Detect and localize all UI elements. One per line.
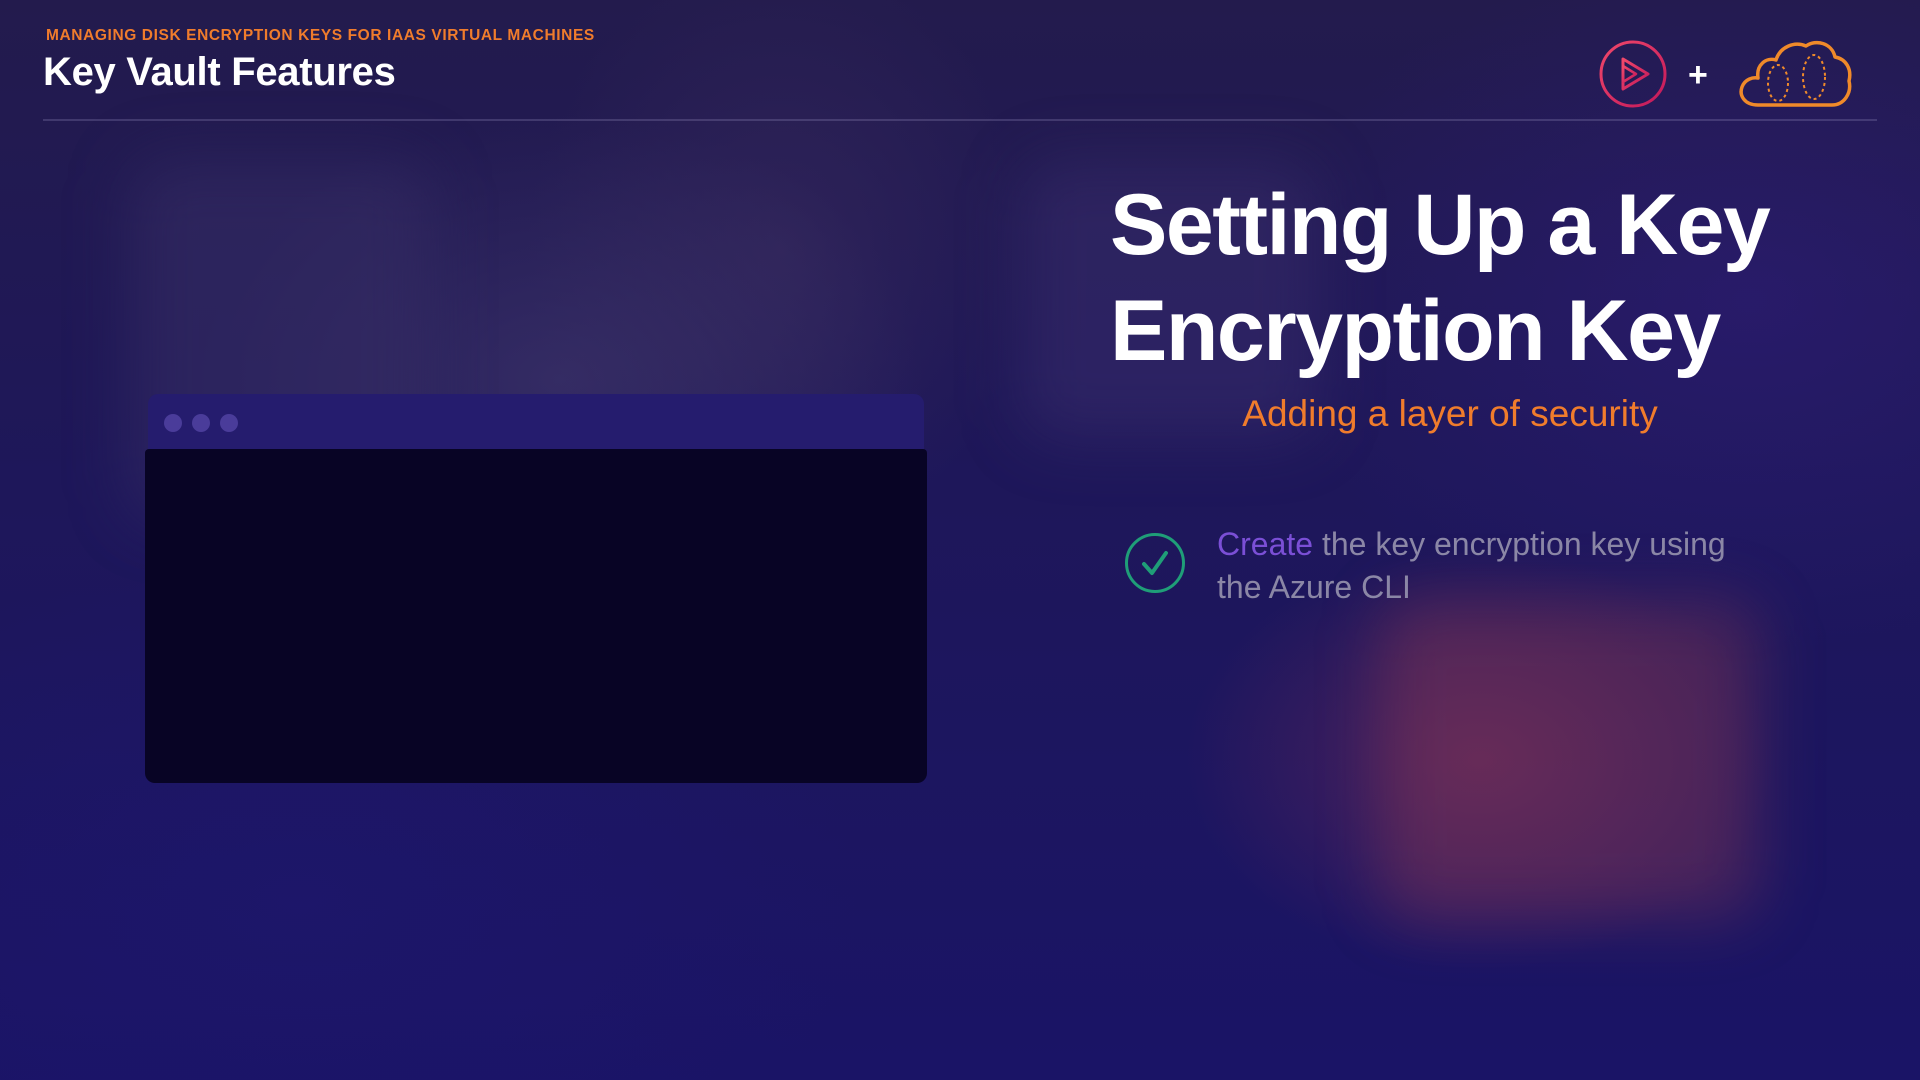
window-control-dot xyxy=(192,414,210,432)
bullet-item: Create the key encryption key using the … xyxy=(1217,523,1817,609)
cloud-icon xyxy=(1739,40,1852,107)
bullet-highlight: Create xyxy=(1217,526,1314,562)
slide-canvas: MANAGING DISK ENCRYPTION KEYS FOR IAAS V… xyxy=(0,0,1920,1080)
logo-separator: + xyxy=(1688,56,1708,94)
terminal-window xyxy=(145,449,927,783)
window-control-dot xyxy=(220,414,238,432)
module-title: Key Vault Features xyxy=(43,50,396,94)
check-icon xyxy=(1125,533,1185,593)
slide-subtitle: Adding a layer of security xyxy=(1242,393,1658,434)
bullet-text-line-1: the key encryption key using xyxy=(1313,526,1726,562)
background-blur-shape xyxy=(1380,600,1760,920)
slide-title-line-1: Setting Up a Key xyxy=(1110,177,1771,273)
window-control-dot xyxy=(164,414,182,432)
course-eyebrow: MANAGING DISK ENCRYPTION KEYS FOR IAAS V… xyxy=(46,27,595,44)
slide-title-line-2: Encryption Key xyxy=(1110,283,1721,379)
slide-title: Setting Up a Key Encryption Key xyxy=(1110,172,1850,384)
header-divider xyxy=(43,119,1877,121)
bullet-text-line-2: the Azure CLI xyxy=(1217,569,1411,605)
terminal-title-bar xyxy=(148,394,924,450)
play-icon xyxy=(1599,40,1667,108)
